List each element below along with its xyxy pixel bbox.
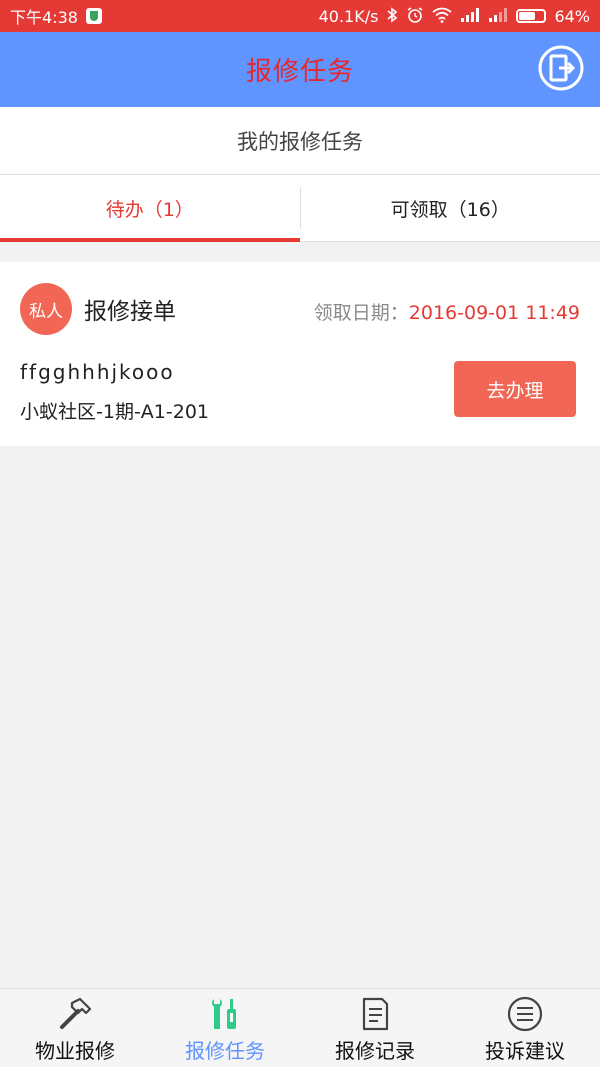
status-time: 下午4:38 — [10, 8, 78, 27]
page-title: 报修任务 — [245, 57, 354, 87]
bluetooth-icon — [386, 6, 398, 26]
status-bar: 下午4:38 40.1K/s 64% — [0, 0, 600, 32]
handle-button[interactable]: 去办理 — [454, 361, 576, 417]
signal-icon — [460, 7, 480, 26]
task-card[interactable]: 私人 报修接单 领取日期：2016-09-01 11:49 ffgghhhjko… — [0, 262, 600, 446]
list-icon — [507, 996, 543, 1032]
nav-label: 报修任务 — [185, 1039, 265, 1063]
badge-label: 私人 — [29, 301, 63, 322]
shield-icon — [85, 8, 102, 24]
sub-header-title: 我的报修任务 — [237, 129, 363, 154]
nav-item-property-repair[interactable]: 物业报修 — [0, 989, 150, 1067]
tab-claimable[interactable]: 可领取（16） — [301, 175, 600, 241]
document-icon — [362, 997, 389, 1031]
tab-claimable-label: 可领取（16） — [390, 198, 510, 221]
task-title: 报修接单 — [84, 299, 176, 325]
task-address: 小蚁社区-1期-A1-201 — [20, 401, 210, 423]
status-right: 40.1K/s 64% — [319, 6, 590, 27]
tools-icon — [212, 999, 236, 1029]
hammer-icon — [60, 997, 92, 1029]
nav-item-complaints[interactable]: 投诉建议 — [450, 989, 600, 1067]
exit-door-icon[interactable] — [538, 45, 584, 91]
status-left: 下午4:38 — [10, 4, 102, 28]
claim-date: 领取日期：2016-09-01 11:49 — [314, 298, 580, 325]
task-type-badge: 私人 — [20, 283, 72, 335]
nav-label: 投诉建议 — [485, 1039, 565, 1063]
nav-item-repair-records[interactable]: 报修记录 — [300, 989, 450, 1067]
title-bar: 报修任务 — [0, 32, 600, 107]
sub-header: 我的报修任务 — [0, 107, 600, 175]
nav-label: 物业报修 — [35, 1039, 115, 1063]
network-speed: 40.1K/s — [318, 6, 379, 26]
wifi-icon — [432, 7, 452, 26]
battery-icon — [516, 9, 547, 23]
alarm-icon — [406, 6, 424, 27]
signal-icon — [488, 7, 508, 26]
battery-fill — [519, 12, 535, 20]
bottom-nav: 物业报修 报修任务 报修记录 投诉建议 — [0, 988, 600, 1067]
claim-date-label: 领取日期： — [313, 302, 409, 324]
tab-pending-label: 待办（1） — [105, 198, 194, 221]
nav-item-repair-tasks[interactable]: 报修任务 — [150, 989, 300, 1067]
claim-date-value: 2016-09-01 11:49 — [408, 302, 580, 324]
battery-percent: 64% — [554, 6, 590, 26]
tab-pending[interactable]: 待办（1） — [0, 175, 300, 242]
nav-label: 报修记录 — [335, 1039, 415, 1063]
tabs: 待办（1） 可领取（16） — [0, 175, 600, 242]
task-description: ffgghhhjkooo — [20, 360, 175, 384]
